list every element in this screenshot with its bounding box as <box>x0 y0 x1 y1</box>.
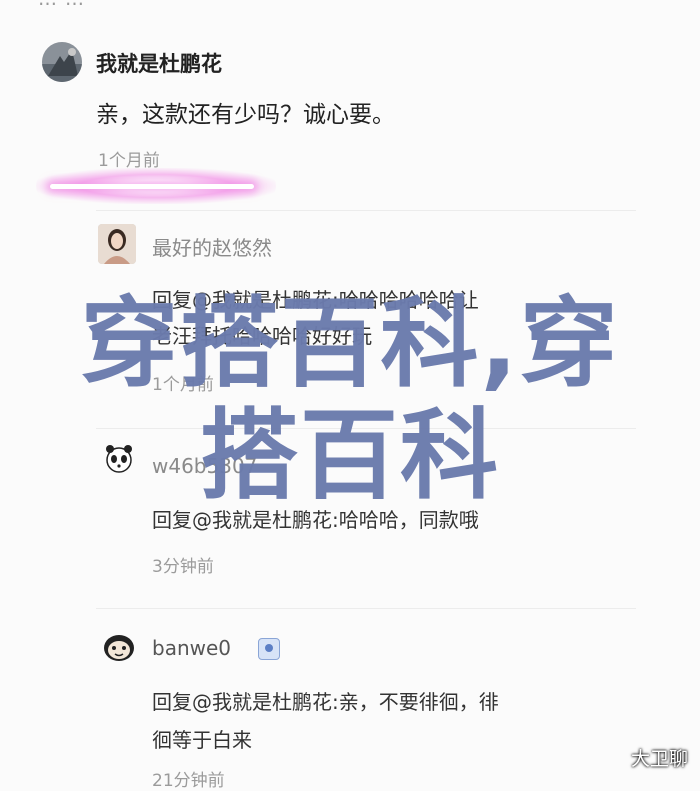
reply-time: 3分钟前 <box>152 557 214 577</box>
verified-badge-icon <box>258 638 280 660</box>
cut-off-text: … … <box>38 0 85 10</box>
avatar-photo-icon <box>98 224 136 264</box>
avatar-photo-icon <box>42 42 82 82</box>
watermark-line-1: 穿搭百科,穿 <box>80 287 620 401</box>
reply-username[interactable]: banwe0 <box>152 636 231 660</box>
comment-thread: … … 我就是杜鹏花 亲，这款还有少吗？诚心要。 1个月前 最好的赵悠 <box>0 0 700 791</box>
divider <box>96 608 636 609</box>
highlight-mark <box>50 184 254 189</box>
divider <box>96 210 636 211</box>
reply-username[interactable]: 最好的赵悠然 <box>152 232 272 261</box>
source-logo: 大卫聊 <box>630 748 688 770</box>
watermark-line-2: 搭百科 <box>199 399 500 513</box>
reply-text-continued: 徊等于白来 <box>152 728 252 752</box>
reply-text: 回复@我就是杜鹏花:亲，不要徘徊，徘 <box>152 690 499 714</box>
watermark-overlay: 穿搭百科,穿 搭百科 <box>0 288 700 512</box>
avatar-cartoon-icon <box>104 635 134 661</box>
user-avatar[interactable] <box>98 224 136 264</box>
comment-username[interactable]: 我就是杜鹏花 <box>96 48 222 78</box>
user-avatar[interactable] <box>100 628 138 666</box>
user-avatar[interactable] <box>42 42 82 82</box>
comment-text: 亲，这款还有少吗？诚心要。 <box>96 102 395 128</box>
